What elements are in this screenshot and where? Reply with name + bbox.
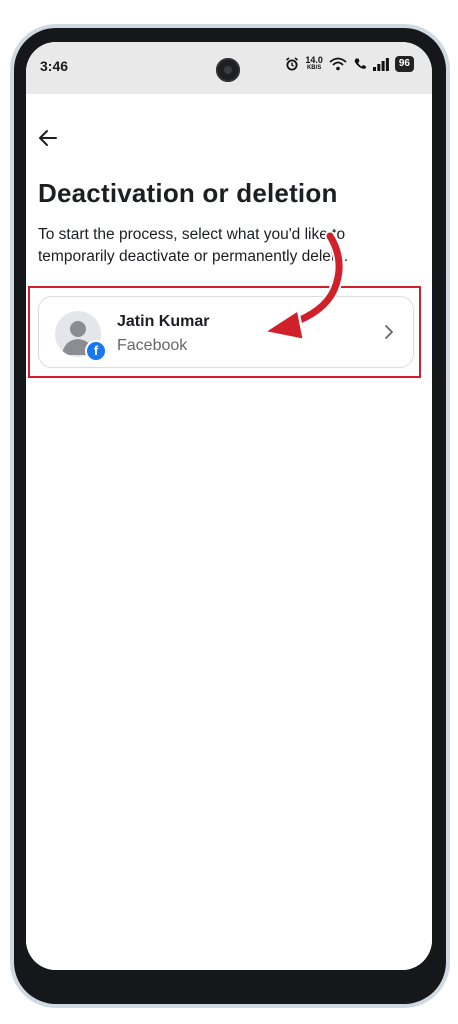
battery-level: 96 <box>394 56 414 72</box>
status-bar: 3:46 14.0 KB/S 96 <box>26 42 432 94</box>
highlight-annotation-box <box>28 286 421 378</box>
settings-page: Deactivation or deletion To start the pr… <box>26 94 432 970</box>
call-icon <box>354 58 366 69</box>
front-camera <box>216 58 240 82</box>
status-icons: 14.0 KB/S 96 <box>285 56 414 72</box>
status-time: 3:46 <box>40 58 69 74</box>
wifi-icon <box>329 57 347 71</box>
device-screen: 3:46 14.0 KB/S 96 Deactivation or deleti… <box>26 42 432 970</box>
page-description: To start the process, select what you'd … <box>38 226 349 265</box>
page-title: Deactivation or deletion <box>38 178 338 208</box>
network-speed: 14.0 KB/S <box>305 56 323 72</box>
arrow-left-icon[interactable] <box>36 126 60 150</box>
signal-icon <box>372 57 389 71</box>
alarm-icon <box>286 57 299 71</box>
network-speed-unit: KB/S <box>306 65 322 71</box>
